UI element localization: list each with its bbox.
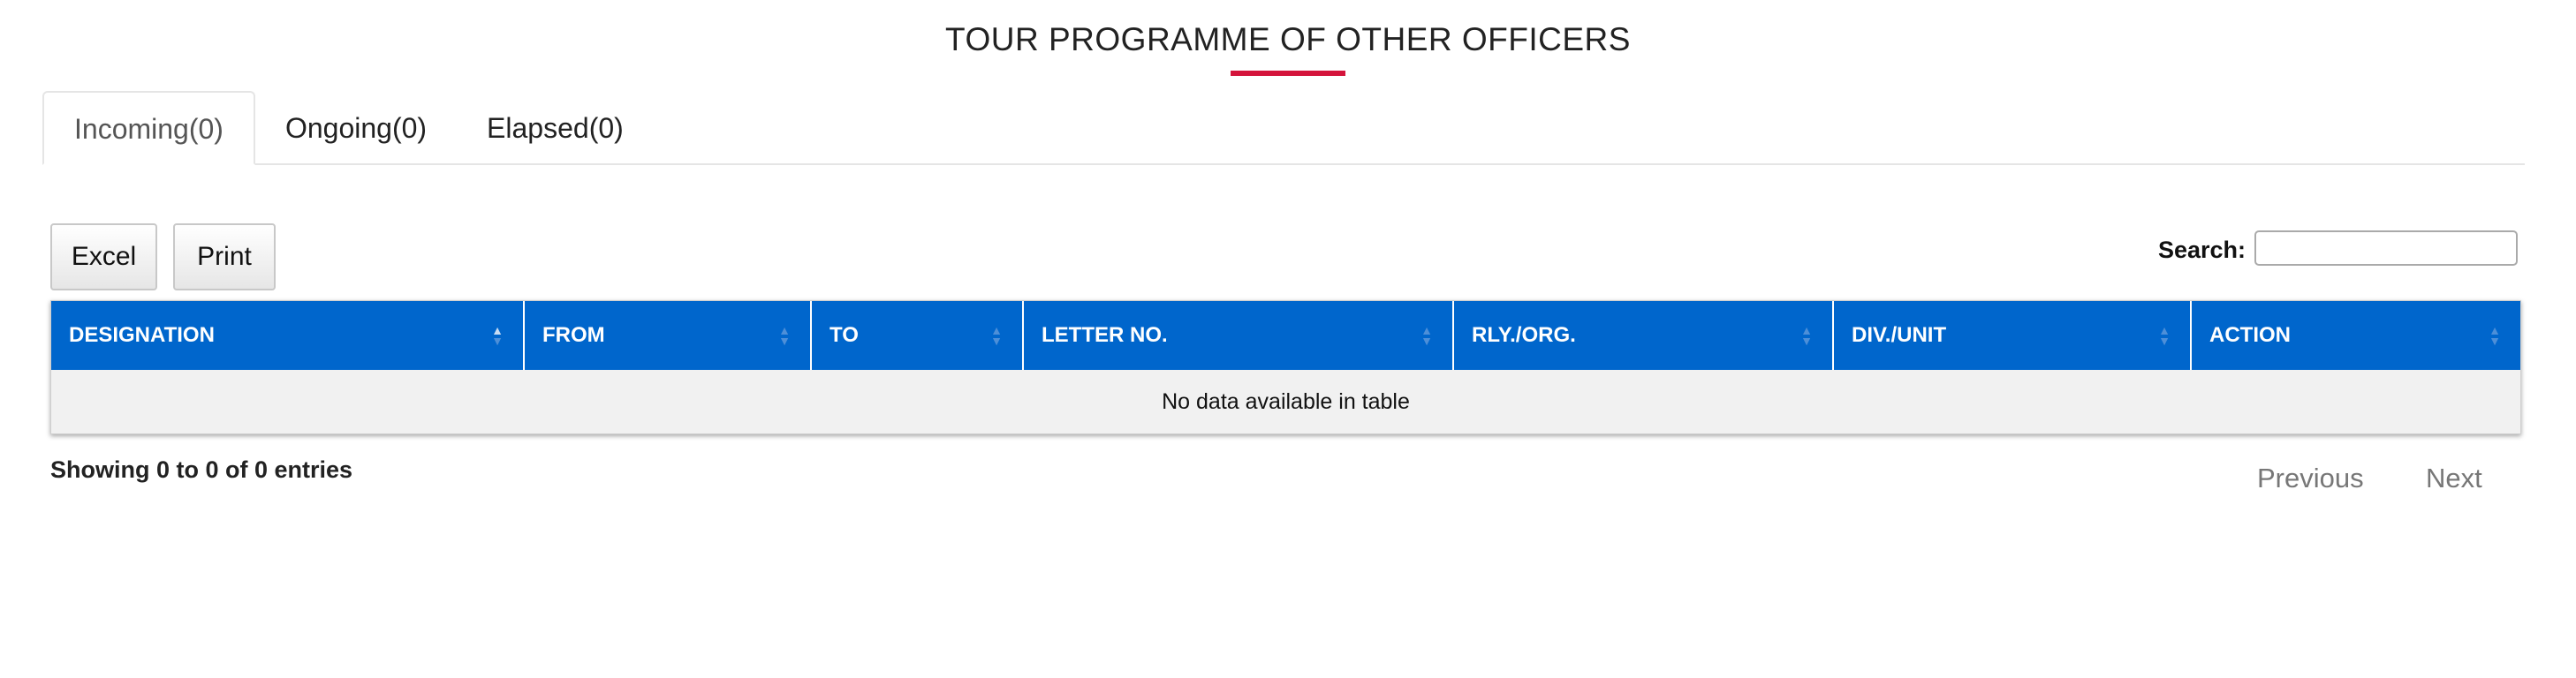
- entries-info: Showing 0 to 0 of 0 entries: [50, 456, 353, 483]
- search-label: Search:: [2157, 237, 2246, 263]
- page-title: TOUR PROGRAMME OF OTHER OFFICERS: [945, 21, 1631, 57]
- sort-icon: ▲ ▼: [2158, 323, 2171, 348]
- column-header-label: LETTER NO.: [1042, 323, 1168, 347]
- tab-bar: Incoming(0) Ongoing(0) Elapsed(0): [42, 91, 2525, 165]
- tab-elapsed[interactable]: Elapsed(0): [457, 93, 654, 163]
- previous-page-button[interactable]: Previous: [2257, 463, 2364, 494]
- sort-icon: ▲ ▼: [2489, 323, 2501, 348]
- data-table: DESIGNATION ▲ ▼ FROM ▲ ▼ TO ▲ ▼ LETTER NO. …: [50, 300, 2521, 434]
- column-header-to[interactable]: TO ▲ ▼: [811, 301, 1024, 370]
- sort-icon: ▲ ▼: [1421, 323, 1433, 348]
- table-header-row: DESIGNATION ▲ ▼ FROM ▲ ▼ TO ▲ ▼ LETTER NO. …: [51, 301, 2520, 370]
- search-input[interactable]: [2254, 230, 2518, 266]
- column-header-label: RLY./ORG.: [1472, 323, 1576, 347]
- tab-ongoing[interactable]: Ongoing(0): [255, 93, 457, 163]
- column-header-label: DIV./UNIT: [1852, 323, 1947, 347]
- sort-icon: ▲ ▼: [1800, 323, 1813, 348]
- empty-table-message: No data available in table: [51, 370, 2520, 433]
- column-header-letter-no[interactable]: LETTER NO. ▲ ▼: [1023, 301, 1454, 370]
- column-header-action[interactable]: ACTION ▲ ▼: [2191, 301, 2520, 370]
- column-header-label: DESIGNATION: [69, 323, 215, 347]
- print-button[interactable]: Print: [173, 223, 276, 290]
- title-underline: [1231, 71, 1345, 76]
- excel-button[interactable]: Excel: [50, 223, 157, 290]
- sort-icon: ▲ ▼: [491, 323, 504, 348]
- column-header-from[interactable]: FROM ▲ ▼: [524, 301, 812, 370]
- table-row: No data available in table: [51, 370, 2520, 433]
- column-header-rly-org[interactable]: RLY./ORG. ▲ ▼: [1453, 301, 1834, 370]
- column-header-label: FROM: [542, 323, 605, 347]
- column-header-label: TO: [830, 323, 859, 347]
- page-header: TOUR PROGRAMME OF OTHER OFFICERS: [0, 19, 2576, 76]
- column-header-designation[interactable]: DESIGNATION ▲ ▼: [51, 301, 525, 370]
- sort-icon: ▲ ▼: [990, 323, 1003, 348]
- sort-icon: ▲ ▼: [778, 323, 791, 348]
- next-page-button[interactable]: Next: [2426, 463, 2482, 494]
- tab-incoming[interactable]: Incoming(0): [42, 91, 255, 165]
- column-header-div-unit[interactable]: DIV./UNIT ▲ ▼: [1833, 301, 2192, 370]
- column-header-label: ACTION: [2209, 323, 2291, 347]
